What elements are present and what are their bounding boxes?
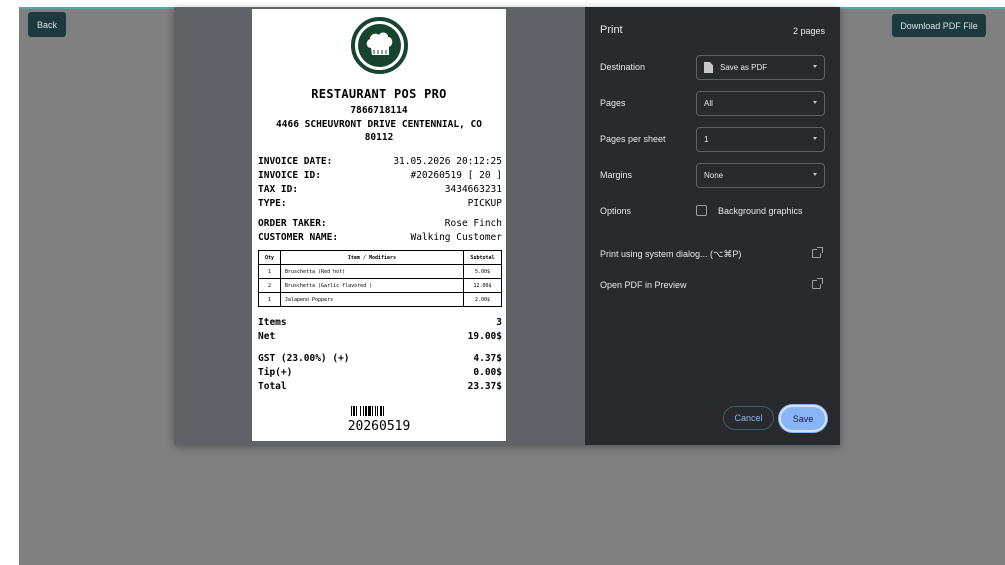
total-value: 23.37$: [467, 381, 502, 392]
gst-row: GST (23.00%) (+) 4.37$: [258, 352, 502, 365]
destination-value: Save as PDF: [720, 63, 768, 72]
open-pdf-preview-link[interactable]: Open PDF in Preview: [600, 280, 687, 290]
tax-id-label: TAX ID:: [258, 184, 299, 195]
pages-value: All: [704, 99, 713, 108]
restaurant-address: 4466 SCHEUVRONT DRIVE CENTENNIAL, CO 801…: [276, 119, 482, 143]
order-taker-row: ORDER TAKER: Rose Finch: [258, 217, 502, 230]
invoice-date-row: INVOICE DATE: 31.05.2026 20:12:25: [258, 155, 502, 168]
save-button[interactable]: Save: [779, 405, 827, 432]
type-value: PICKUP: [467, 198, 502, 209]
item-subtotal: 2.00$: [463, 292, 502, 307]
table-row: 1 Bruschetta (Red hot) 5.00$: [258, 264, 502, 279]
chef-hat-icon: [366, 32, 393, 55]
download-pdf-button[interactable]: Download PDF File: [892, 14, 986, 37]
print-settings-panel: Print 2 pages Destination Save as PDF Pa…: [585, 7, 840, 445]
barcode: [351, 406, 384, 416]
tax-id-row: TAX ID: 3434663231: [258, 183, 502, 196]
total-label: Total: [258, 381, 287, 392]
customer-name-label: CUSTOMER NAME:: [258, 232, 339, 243]
invoice-id-value: #20260519 [ 20 ]: [410, 170, 502, 181]
table-row: 2 Bruschetta (Garlic flavored ) 12.00$: [258, 278, 502, 293]
invoice-id-label: INVOICE ID:: [258, 170, 321, 181]
qty-header: Qty: [258, 250, 281, 265]
pages-label: Pages: [600, 98, 626, 108]
item-subtotal: 5.00$: [463, 264, 502, 279]
pages-per-sheet-value: 1: [704, 135, 709, 144]
item-name: Bruschetta (Garlic flavored ): [279, 278, 465, 293]
item-name: Jalapeno Poppers: [279, 292, 465, 307]
items-table-header: Qty Item / Modifiers Subtotal: [258, 250, 502, 265]
items-count-row: Items 3: [258, 316, 502, 329]
order-taker-value: Rose Finch: [444, 218, 502, 229]
item-qty: 1: [258, 264, 281, 279]
item-qty: 1: [258, 292, 281, 307]
margins-label: Margins: [600, 170, 633, 180]
total-row: Total 23.37$: [258, 380, 502, 393]
print-preview-pane: RESTAURANT POS PRO 7866718114 4466 SCHEU…: [174, 7, 585, 445]
pages-select[interactable]: All: [696, 91, 825, 116]
margins-value: None: [704, 171, 724, 180]
receipt-page: RESTAURANT POS PRO 7866718114 4466 SCHEU…: [252, 9, 506, 441]
type-row: TYPE: PICKUP: [258, 197, 502, 210]
chevron-down-icon: [813, 173, 817, 176]
options-label: Options: [600, 206, 632, 216]
chevron-down-icon: [813, 101, 817, 104]
margins-select[interactable]: None: [696, 163, 825, 188]
net-value: 19.00$: [467, 331, 502, 342]
customer-name-value: Walking Customer: [410, 232, 502, 243]
print-dialog: RESTAURANT POS PRO 7866718114 4466 SCHEU…: [174, 7, 840, 445]
cancel-button[interactable]: Cancel: [723, 406, 774, 430]
print-title: Print: [600, 24, 623, 36]
barcode-number: 20260519: [347, 419, 411, 434]
invoice-id-row: INVOICE ID: #20260519 [ 20 ]: [258, 169, 502, 182]
gst-label: GST (23.00%) (+): [258, 353, 350, 364]
destination-select[interactable]: Save as PDF: [696, 55, 825, 80]
destination-label: Destination: [600, 62, 646, 72]
tip-row: Tip(+) 0.00$: [258, 366, 502, 379]
tax-id-value: 3434663231: [444, 184, 502, 195]
document-icon: [704, 62, 713, 73]
open-external-icon[interactable]: [812, 278, 823, 289]
subtotal-header: Subtotal: [463, 250, 502, 265]
restaurant-logo: [351, 17, 408, 74]
page-count: 2 pages: [792, 26, 825, 36]
type-label: TYPE:: [258, 198, 287, 209]
tip-label: Tip(+): [258, 367, 293, 378]
items-count-value: 3: [496, 317, 502, 328]
invoice-date-label: INVOICE DATE:: [258, 156, 333, 167]
restaurant-name: RESTAURANT POS PRO: [311, 87, 447, 101]
items-table: Qty Item / Modifiers Subtotal 1 Bruschet…: [258, 250, 502, 307]
tip-value: 0.00$: [473, 367, 502, 378]
pages-per-sheet-select[interactable]: 1: [696, 127, 825, 152]
chevron-down-icon: [813, 65, 817, 68]
invoice-date-value: 31.05.2026 20:12:25: [393, 156, 502, 167]
chevron-down-icon: [813, 137, 817, 140]
gst-value: 4.37$: [473, 353, 502, 364]
item-subtotal: 12.00$: [463, 278, 502, 293]
order-taker-label: ORDER TAKER:: [258, 218, 327, 229]
net-row: Net 19.00$: [258, 330, 502, 343]
item-qty: 2: [258, 278, 281, 293]
background-graphics-checkbox[interactable]: [696, 205, 707, 216]
background-graphics-label: Background graphics: [718, 206, 803, 216]
items-count-label: Items: [258, 317, 287, 328]
open-external-icon[interactable]: [812, 247, 823, 258]
item-name: Bruschetta (Red hot): [279, 264, 465, 279]
back-button[interactable]: Back: [28, 12, 66, 37]
table-row: 1 Jalapeno Poppers 2.00$: [258, 292, 502, 307]
customer-name-row: CUSTOMER NAME: Walking Customer: [258, 231, 502, 244]
net-label: Net: [258, 331, 276, 342]
system-dialog-link[interactable]: Print using system dialog... (⌥⌘P): [600, 249, 741, 260]
item-header: Item / Modifiers: [279, 250, 465, 265]
pages-per-sheet-label: Pages per sheet: [600, 134, 666, 144]
restaurant-phone: 7866718114: [350, 105, 408, 116]
